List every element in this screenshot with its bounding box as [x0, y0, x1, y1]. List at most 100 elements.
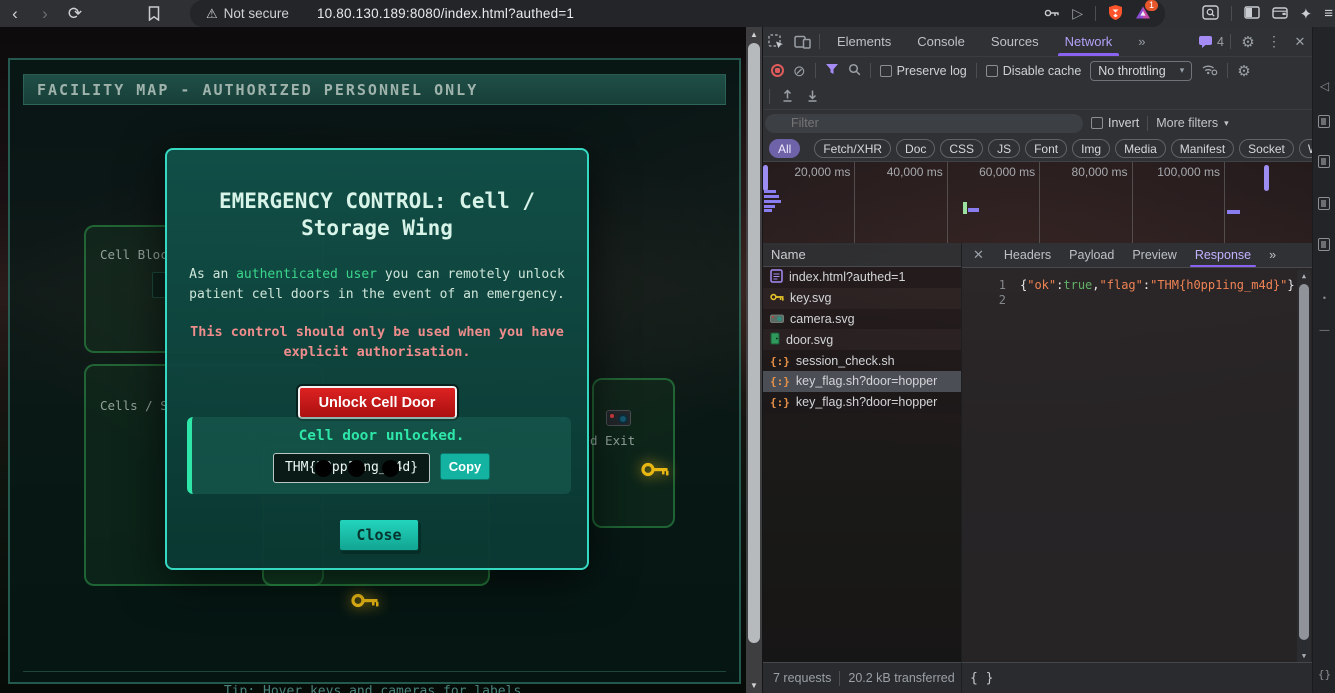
checkbox-icon[interactable] — [986, 65, 998, 77]
throttling-select[interactable]: No throttling▾ — [1090, 61, 1192, 81]
filter-toggle-icon[interactable] — [825, 63, 839, 78]
json-segment: , — [1092, 278, 1099, 292]
scroll-down-icon[interactable]: ▼ — [1297, 652, 1311, 660]
split-view-icon[interactable] — [1244, 6, 1260, 22]
devtools-kebab-icon[interactable]: ⋮ — [1261, 29, 1287, 55]
response-tab-preview[interactable]: Preview — [1123, 243, 1185, 267]
devtools-tab-elements[interactable]: Elements — [824, 27, 904, 56]
sidebar-reading-list-icon[interactable] — [1318, 115, 1330, 128]
map-camera-icon[interactable] — [606, 410, 631, 426]
disable-cache-checkbox[interactable]: Disable cache — [986, 64, 1082, 78]
type-chip-socket[interactable]: Socket — [1239, 139, 1294, 158]
timeline-right-handle[interactable] — [1264, 165, 1269, 191]
request-name: key.svg — [790, 291, 831, 305]
more-response-tabs-icon[interactable]: » — [1260, 243, 1285, 267]
type-chip-css[interactable]: CSS — [940, 139, 983, 158]
record-network-log-icon[interactable] — [771, 64, 784, 77]
page-scrollbar[interactable]: ▲ ▼ — [746, 27, 762, 693]
network-overview-timeline[interactable]: 20,000 ms40,000 ms60,000 ms80,000 ms100,… — [763, 162, 1313, 245]
import-har-icon[interactable] — [780, 88, 795, 106]
more-filters-button[interactable]: More filters▾ — [1156, 116, 1228, 130]
request-row[interactable]: index.html?authed=1 — [763, 267, 961, 288]
response-tab-headers[interactable]: Headers — [995, 243, 1060, 267]
not-secure-label[interactable]: Not secure — [224, 6, 289, 21]
more-tabs-icon[interactable]: » — [1125, 27, 1158, 56]
share-icon[interactable]: ▷ — [1072, 5, 1083, 22]
request-row[interactable]: {:}key_flag.sh?door=hopper — [763, 371, 961, 392]
bookmark-icon[interactable] — [148, 6, 160, 21]
scroll-up-icon[interactable]: ▲ — [746, 30, 762, 39]
clear-network-log-icon[interactable]: ⊘ — [793, 62, 806, 80]
format-json-button[interactable]: { } — [970, 671, 993, 686]
invert-checkbox[interactable]: Invert — [1091, 116, 1139, 130]
response-scrollbar[interactable]: ▲ ▼ — [1297, 270, 1311, 662]
inspect-element-icon[interactable] — [763, 29, 789, 55]
type-chip-fetchxhr[interactable]: Fetch/XHR — [814, 139, 891, 158]
request-row[interactable]: {:}key_flag.sh?door=hopper — [763, 392, 961, 413]
map-key-icon-south[interactable] — [351, 592, 381, 612]
flag-field[interactable]: THM{h0pp1ing_m4d} — [273, 453, 430, 483]
type-chip-media[interactable]: Media — [1115, 139, 1166, 158]
sidebar-playlist-icon[interactable] — [1318, 238, 1330, 251]
network-settings-icon[interactable]: ⚙ — [1237, 62, 1250, 80]
sidebar-collapse-icon[interactable]: ◁ — [1313, 79, 1335, 93]
request-row[interactable]: {:}session_check.sh — [763, 350, 961, 371]
response-scrollbar-thumb[interactable] — [1299, 284, 1309, 640]
name-column-header[interactable]: Name — [763, 243, 961, 267]
search-network-icon[interactable] — [848, 63, 861, 79]
network-conditions-icon[interactable] — [1201, 63, 1218, 79]
devtools-tab-sources[interactable]: Sources — [978, 27, 1052, 56]
type-chip-img[interactable]: Img — [1072, 139, 1110, 158]
leo-sparkle-icon[interactable]: ✦ — [1300, 5, 1313, 23]
checkbox-icon[interactable] — [1091, 117, 1103, 129]
devtools-settings-icon[interactable]: ⚙ — [1235, 29, 1261, 55]
type-chip-manifest[interactable]: Manifest — [1171, 139, 1234, 158]
sidebar-bookmarks-icon[interactable] — [1318, 155, 1330, 168]
brave-rewards-icon[interactable]: 1 — [1135, 5, 1151, 23]
request-row[interactable]: door.svg — [763, 329, 961, 350]
forward-icon[interactable]: › — [30, 0, 60, 27]
brave-shield-icon[interactable] — [1108, 4, 1123, 24]
preserve-log-checkbox[interactable]: Preserve log — [880, 64, 967, 78]
response-tab-payload[interactable]: Payload — [1060, 243, 1123, 267]
search-tabs-icon[interactable] — [1202, 5, 1219, 23]
browser-sidebar: ◁ • — {} — [1312, 27, 1335, 693]
issues-icon[interactable]: 4 — [1198, 29, 1226, 55]
timeline-left-handle[interactable] — [763, 165, 768, 191]
export-har-icon[interactable] — [805, 88, 820, 106]
close-response-icon[interactable]: ✕ — [962, 247, 995, 263]
devtools-tab-console[interactable]: Console — [904, 27, 978, 56]
filter-input[interactable] — [765, 114, 1083, 133]
close-modal-button[interactable]: Close — [339, 519, 419, 551]
unlock-cell-door-button[interactable]: Unlock Cell Door — [296, 384, 459, 421]
type-chip-all[interactable]: All — [769, 139, 800, 158]
sidebar-dash-icon[interactable]: — — [1313, 325, 1335, 336]
request-row[interactable]: key.svg — [763, 288, 961, 309]
response-json[interactable]: {"ok":true,"flag":"THM{h0pp1ing_m4d}"} — [1020, 278, 1295, 292]
map-key-icon-east[interactable] — [641, 461, 671, 481]
sidebar-dot-icon[interactable]: • — [1313, 293, 1335, 303]
reload-icon[interactable]: ⟳ — [60, 0, 90, 27]
scroll-up-icon[interactable]: ▲ — [1297, 272, 1311, 280]
copy-flag-button[interactable]: Copy — [440, 453, 490, 480]
request-row[interactable]: camera.svg — [763, 309, 961, 330]
wallet-icon[interactable] — [1272, 6, 1288, 22]
devtools-tab-network[interactable]: Network — [1052, 27, 1126, 56]
device-toolbar-icon[interactable] — [789, 29, 815, 55]
password-key-icon[interactable] — [1044, 7, 1060, 21]
type-chip-font[interactable]: Font — [1025, 139, 1067, 158]
response-tab-response[interactable]: Response — [1186, 243, 1260, 267]
tabbar-divider2 — [1230, 34, 1231, 49]
page-scrollbar-thumb[interactable] — [748, 43, 760, 643]
type-chip-doc[interactable]: Doc — [896, 139, 935, 158]
type-chip-js[interactable]: JS — [988, 139, 1020, 158]
scroll-down-icon[interactable]: ▼ — [746, 681, 762, 690]
url-text[interactable]: 10.80.130.189:8080/index.html?authed=1 — [317, 6, 1044, 21]
devtools-close-icon[interactable]: ✕ — [1287, 29, 1313, 55]
checkbox-icon[interactable] — [880, 65, 892, 77]
back-icon[interactable]: ‹ — [0, 0, 30, 27]
sidebar-wallet-icon[interactable] — [1318, 197, 1330, 210]
menu-icon[interactable]: ≡ — [1324, 5, 1333, 22]
sidebar-braces-icon[interactable]: {} — [1313, 668, 1335, 681]
url-bar[interactable]: ⚠ Not secure 10.80.130.189:8080/index.ht… — [190, 0, 1165, 27]
